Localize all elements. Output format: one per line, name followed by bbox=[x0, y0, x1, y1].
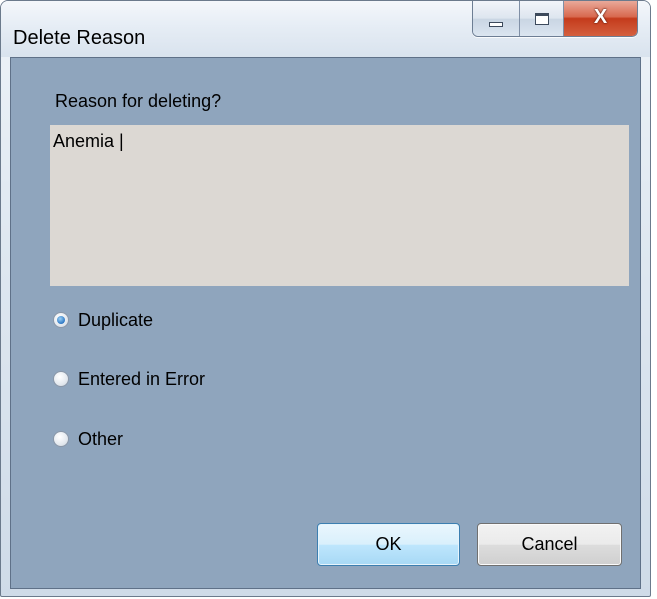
minimize-icon bbox=[489, 22, 503, 27]
radio-label-entered-in-error: Entered in Error bbox=[78, 368, 206, 389]
close-icon: X bbox=[593, 6, 608, 28]
radio-option-other[interactable]: Other bbox=[53, 427, 123, 451]
radio-option-duplicate[interactable]: Duplicate bbox=[53, 308, 153, 332]
ok-button[interactable]: OK bbox=[317, 523, 460, 566]
radio-label-duplicate: Duplicate bbox=[78, 309, 154, 330]
cancel-button[interactable]: Cancel bbox=[477, 523, 622, 566]
reason-textbox[interactable]: Anemia | bbox=[50, 125, 629, 286]
reason-prompt-label: Reason for deleting? bbox=[55, 91, 222, 111]
radio-button[interactable] bbox=[53, 431, 69, 447]
radio-button[interactable] bbox=[53, 371, 69, 387]
dialog-body: Reason for deleting? Anemia | Duplicate … bbox=[10, 57, 641, 589]
radio-option-entered-in-error[interactable]: Entered in Error bbox=[53, 367, 205, 391]
radio-button-selected[interactable] bbox=[53, 312, 69, 328]
maximize-icon bbox=[534, 12, 549, 25]
minimize-button[interactable] bbox=[473, 1, 519, 36]
radio-selected-dot bbox=[57, 316, 65, 324]
caption-buttons: X bbox=[472, 1, 638, 37]
delete-reason-dialog: Delete Reason X Reason for deleting? Ane… bbox=[0, 0, 651, 597]
maximize-button[interactable] bbox=[519, 1, 563, 36]
window-title: Delete Reason bbox=[13, 27, 146, 49]
close-button[interactable]: X bbox=[563, 1, 637, 36]
radio-label-other: Other bbox=[78, 428, 124, 449]
title-bar[interactable]: Delete Reason X bbox=[1, 1, 650, 57]
